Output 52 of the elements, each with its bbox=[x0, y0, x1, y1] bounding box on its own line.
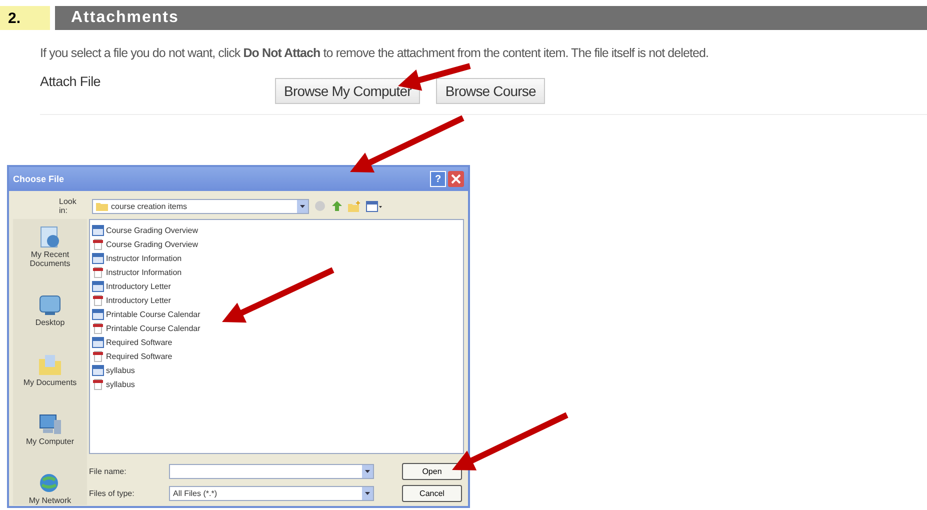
places-item[interactable]: My Recent Documents bbox=[13, 225, 87, 268]
documents-folder-icon bbox=[37, 352, 63, 376]
file-item[interactable]: Instructor Information bbox=[92, 265, 461, 279]
browse-button[interactable]: Browse My Computer bbox=[275, 78, 420, 104]
document-file-icon bbox=[92, 224, 104, 236]
places-item[interactable]: My Computer bbox=[13, 412, 87, 446]
pdf-file-icon bbox=[92, 378, 104, 390]
file-name-label: File name: bbox=[89, 467, 128, 476]
document-file-icon bbox=[92, 364, 104, 376]
file-item[interactable]: Course Grading Overview bbox=[92, 223, 461, 237]
look-in-dropdown[interactable]: course creation items bbox=[92, 198, 309, 214]
places-item[interactable]: My Network bbox=[13, 471, 87, 505]
file-item[interactable]: Instructor Information bbox=[92, 251, 461, 265]
file-item[interactable]: Introductory Letter bbox=[92, 293, 461, 307]
attach-file-label: Attach File bbox=[40, 74, 102, 89]
pdf-file-icon bbox=[92, 266, 104, 278]
file-type-dropdown[interactable]: All Files (*.*) bbox=[169, 486, 374, 501]
open-button[interactable]: Open bbox=[402, 463, 462, 480]
pdf-file-icon bbox=[92, 294, 104, 306]
document-file-icon bbox=[92, 280, 104, 292]
file-item[interactable]: Printable Course Calendar bbox=[92, 307, 461, 321]
dialog-title: Choose File bbox=[13, 174, 64, 184]
browse-button[interactable]: Browse Course bbox=[436, 78, 545, 104]
section-title: Attachments bbox=[55, 6, 927, 30]
pdf-file-icon bbox=[92, 322, 104, 334]
pdf-file-icon bbox=[92, 350, 104, 362]
look-in-label: Look in: bbox=[59, 197, 78, 215]
close-icon[interactable] bbox=[448, 171, 464, 187]
file-item[interactable]: syllabus bbox=[92, 363, 461, 377]
folder-icon bbox=[96, 201, 108, 211]
computer-icon bbox=[37, 412, 63, 436]
document-file-icon bbox=[92, 336, 104, 348]
file-item[interactable]: Printable Course Calendar bbox=[92, 321, 461, 335]
up-folder-icon[interactable] bbox=[331, 200, 343, 212]
cancel-button[interactable]: Cancel bbox=[402, 485, 462, 502]
desktop-icon bbox=[37, 293, 63, 318]
view-menu-icon[interactable] bbox=[366, 200, 382, 212]
instructions-text: If you select a file you do not want, click Do Not Attach to remove the attachment from the content item. The file itself is not deleted. bbox=[40, 46, 710, 60]
file-item[interactable]: Introductory Letter bbox=[92, 279, 461, 293]
file-name-field[interactable] bbox=[169, 464, 374, 479]
file-type-label: Files of type: bbox=[89, 489, 136, 498]
help-button[interactable]: ? bbox=[430, 171, 446, 187]
file-item[interactable]: Required Software bbox=[92, 335, 461, 349]
section-number: 2. bbox=[0, 6, 50, 30]
file-item[interactable]: Course Grading Overview bbox=[92, 237, 461, 251]
document-file-icon bbox=[92, 252, 104, 264]
file-item[interactable]: Required Software bbox=[92, 349, 461, 363]
file-item[interactable]: syllabus bbox=[92, 377, 461, 391]
places-item[interactable]: My Documents bbox=[13, 352, 87, 386]
pdf-file-icon bbox=[92, 238, 104, 250]
places-item[interactable]: Desktop bbox=[13, 293, 87, 328]
document-file-icon bbox=[92, 308, 104, 320]
